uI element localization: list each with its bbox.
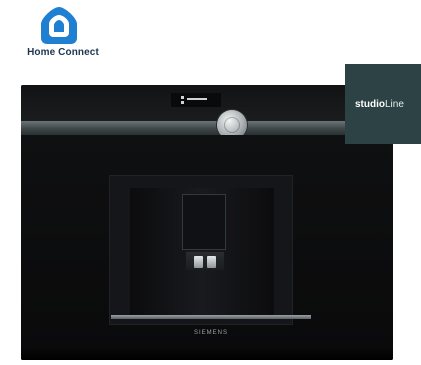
coffee-spout-unit xyxy=(186,252,224,270)
coffee-spout-left xyxy=(194,256,203,268)
coffee-spout-right xyxy=(207,256,216,268)
stainless-steel-strip xyxy=(21,121,393,135)
coffee-outlet-frame xyxy=(109,175,293,325)
studio-tag-light-text: Line xyxy=(385,98,404,110)
bottom-shadow xyxy=(21,347,393,360)
studio-line-tag: studio Line xyxy=(345,64,421,144)
home-connect-badge: Home Connect xyxy=(8,6,118,66)
display-text-line xyxy=(187,98,207,100)
top-control-panel xyxy=(21,85,393,121)
built-in-coffee-machine-image: SIEMENS xyxy=(21,85,393,360)
home-connect-label: Home Connect xyxy=(27,47,99,58)
home-connect-house-icon xyxy=(41,7,77,44)
product-image-page: Home Connect SIEMENS studio Line xyxy=(0,0,421,365)
studio-tag-bold-text: studio xyxy=(355,98,385,110)
brew-chamber-window xyxy=(182,194,226,250)
display-indicator-icon xyxy=(181,101,184,104)
drip-tray-handle xyxy=(111,315,311,319)
machine-front-panel xyxy=(21,135,393,360)
display-indicator-icon xyxy=(181,96,184,99)
display-screen xyxy=(171,93,221,107)
control-knob-ring xyxy=(224,117,240,133)
brand-plate: SIEMENS xyxy=(193,330,228,336)
